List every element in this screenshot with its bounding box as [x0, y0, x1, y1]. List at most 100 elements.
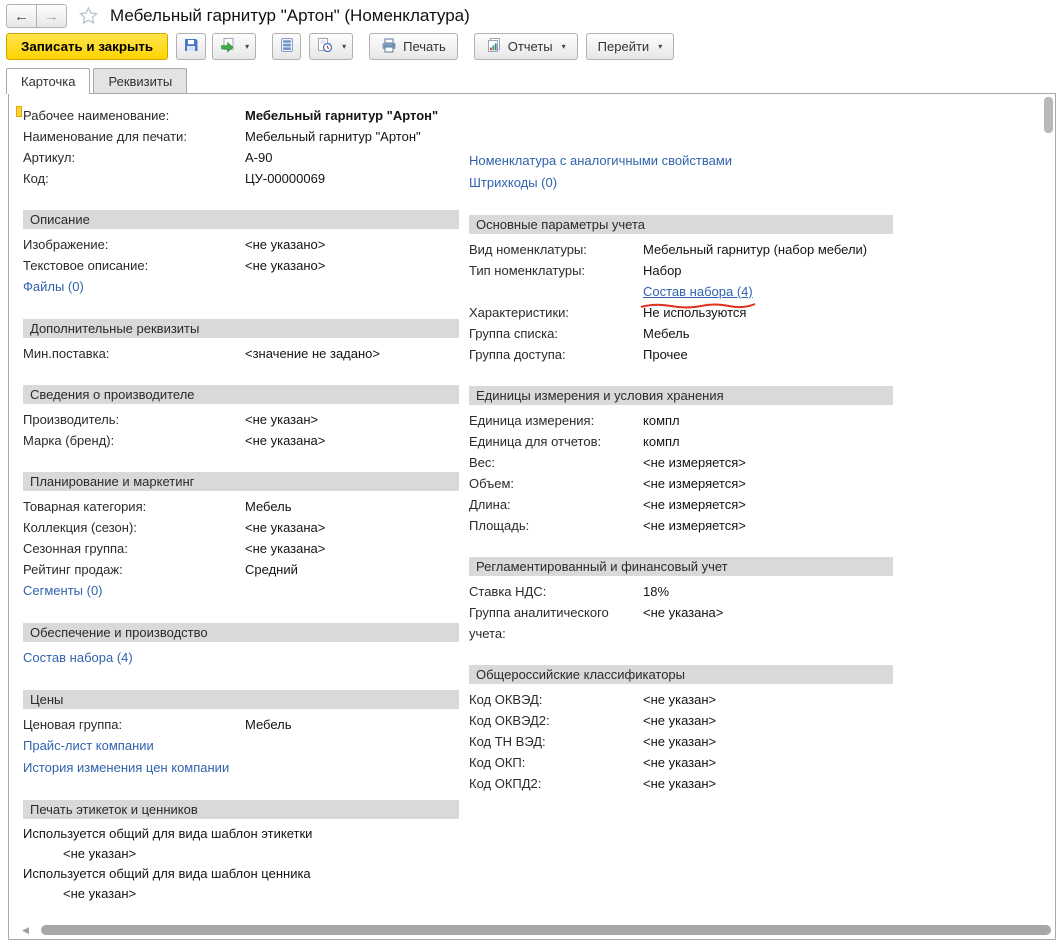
- forward-arrow-icon: →: [44, 8, 59, 25]
- field-value: <не указан>: [643, 710, 716, 731]
- back-button[interactable]: ←: [6, 4, 37, 28]
- field-label: Рабочее наименование:: [23, 105, 245, 126]
- hyperlink[interactable]: Состав набора (4): [643, 284, 753, 299]
- form-row: Код:ЦУ-00000069: [23, 168, 459, 189]
- field-value: Мебельный гарнитур (набор мебели): [643, 239, 867, 260]
- field-label: Марка (бренд):: [23, 430, 245, 451]
- field-label: Сезонная группа:: [23, 538, 245, 559]
- print-button[interactable]: Печать: [369, 33, 458, 60]
- form-row: <не указан>: [23, 844, 459, 864]
- form-row: Группа списка:Мебель: [469, 323, 893, 344]
- tab-card[interactable]: Карточка: [6, 68, 90, 94]
- annotated-link-wrap: Состав набора (4): [643, 281, 753, 302]
- link-row: Номенклатура с аналогичными свойствами: [469, 150, 893, 172]
- field-label: Вид номенклатуры:: [469, 239, 643, 260]
- structure-button[interactable]: [272, 33, 301, 60]
- forward-button[interactable]: →: [36, 4, 67, 28]
- hyperlink[interactable]: Прайс-лист компании: [23, 735, 154, 757]
- field-label: Товарная категория:: [23, 496, 245, 517]
- field-value: <не указан>: [643, 731, 716, 752]
- hyperlink[interactable]: Сегменты (0): [23, 580, 103, 602]
- hyperlink[interactable]: Состав набора (4): [23, 647, 133, 669]
- field-label: Производитель:: [23, 409, 245, 430]
- field-label: Код ОКВЭД:: [469, 689, 643, 710]
- save-close-button[interactable]: Записать и закрыть: [6, 33, 168, 60]
- hyperlink[interactable]: Номенклатура с аналогичными свойствами: [469, 150, 732, 172]
- tab-bar: Карточка Реквизиты: [0, 68, 1058, 93]
- form-row: Ценовая группа:Мебель: [23, 714, 459, 735]
- form-row: История изменения цен компании: [23, 757, 459, 779]
- form-row: Наименование для печати:Мебельный гарнит…: [23, 126, 459, 147]
- back-arrow-icon: ←: [14, 8, 29, 25]
- horizontal-scrollbar-thumb[interactable]: [41, 925, 1051, 935]
- section-header: Планирование и маркетинг: [23, 472, 459, 491]
- field-label: Группа списка:: [469, 323, 643, 344]
- title-bar: ← → Мебельный гарнитур "Артон" (Номенкла…: [0, 0, 1058, 29]
- form-row: Марка (бренд):<не указана>: [23, 430, 459, 451]
- section-header: Печать этикеток и ценников: [23, 800, 459, 819]
- save-button[interactable]: [176, 33, 206, 60]
- form-row: Состав набора (4): [23, 647, 459, 669]
- tab-requisites[interactable]: Реквизиты: [93, 68, 187, 93]
- field-value: <значение не задано>: [245, 343, 380, 364]
- form-row: Код ОКВЭД:<не указан>: [469, 689, 893, 710]
- reports-button[interactable]: Отчеты ▾: [474, 33, 578, 60]
- nav-buttons: ← →: [6, 4, 67, 28]
- field-value: <не измеряется>: [643, 452, 746, 473]
- form-row: <не указан>: [23, 884, 459, 904]
- field-label: Код ОКВЭД2:: [469, 710, 643, 731]
- section-header: Сведения о производителе: [23, 385, 459, 404]
- field-label: Рейтинг продаж:: [23, 559, 245, 580]
- form-row: Вид номенклатуры:Мебельный гарнитур (наб…: [469, 239, 893, 260]
- create-based-on-button[interactable]: ▾: [212, 33, 256, 60]
- field-value: 18%: [643, 581, 669, 602]
- field-label: Артикул:: [23, 147, 245, 168]
- field-value: <не измеряется>: [643, 494, 746, 515]
- form-row: Артикул:А-90: [23, 147, 459, 168]
- toolbar: Записать и закрыть ▾ ▾ Печать Отчеты ▾: [0, 29, 1058, 68]
- field-label: Характеристики:: [469, 302, 643, 323]
- form-row: Код ОКПД2:<не указан>: [469, 773, 893, 794]
- section-header: Регламентированный и финансовый учет: [469, 557, 893, 576]
- horizontal-scrollbar[interactable]: ◀: [22, 924, 1051, 936]
- form-row: Рейтинг продаж:Средний: [23, 559, 459, 580]
- hyperlink[interactable]: История изменения цен компании: [23, 757, 229, 779]
- chevron-down-icon: ▾: [245, 42, 249, 51]
- goto-button[interactable]: Перейти ▾: [586, 33, 675, 60]
- field-value: <не указана>: [643, 602, 723, 644]
- field-value: <не измеряется>: [643, 473, 746, 494]
- page-title: Мебельный гарнитур "Артон" (Номенклатура…: [110, 6, 470, 26]
- structure-list-icon: [280, 37, 294, 56]
- field-value: Набор: [643, 260, 682, 281]
- hyperlink[interactable]: Файлы (0): [23, 276, 84, 298]
- form-row: Используется общий для вида шаблон ценни…: [23, 864, 459, 884]
- form-row: Изображение:<не указано>: [23, 234, 459, 255]
- section-header: Общероссийские классификаторы: [469, 665, 893, 684]
- reports-button-label: Отчеты: [508, 39, 553, 54]
- field-label: Код:: [23, 168, 245, 189]
- hyperlink[interactable]: Штрихкоды (0): [469, 172, 557, 194]
- red-underline-annotation: [639, 302, 757, 310]
- field-label: Код ОКПД2:: [469, 773, 643, 794]
- field-value: Мебельный гарнитур "Артон": [245, 126, 421, 147]
- field-label: Группа аналитического учета:: [469, 602, 643, 644]
- form-row: Состав набора (4): [469, 281, 893, 302]
- form-row: Вес:<не измеряется>: [469, 452, 893, 473]
- print-button-label: Печать: [403, 39, 446, 54]
- vertical-scrollbar-thumb[interactable]: [1044, 97, 1053, 133]
- form-row: Группа аналитического учета:<не указана>: [469, 602, 893, 644]
- modified-marker: [16, 106, 22, 117]
- form-row: Производитель:<не указан>: [23, 409, 459, 430]
- form-row: Мин.поставка:<значение не задано>: [23, 343, 459, 364]
- field-label: Единица измерения:: [469, 410, 643, 431]
- static-text: Используется общий для вида шаблон этике…: [23, 824, 312, 844]
- change-history-button[interactable]: ▾: [309, 33, 353, 60]
- favorite-star-icon[interactable]: [77, 5, 100, 27]
- link-row: Штрихкоды (0): [469, 172, 893, 194]
- field-value: <не указан>: [643, 752, 716, 773]
- scroll-left-arrow-icon[interactable]: ◀: [22, 925, 34, 936]
- form-row: Код ОКП:<не указан>: [469, 752, 893, 773]
- chevron-down-icon: ▾: [658, 42, 662, 51]
- field-value: Мебельный гарнитур "Артон": [245, 105, 438, 126]
- form-row: Код ТН ВЭД:<не указан>: [469, 731, 893, 752]
